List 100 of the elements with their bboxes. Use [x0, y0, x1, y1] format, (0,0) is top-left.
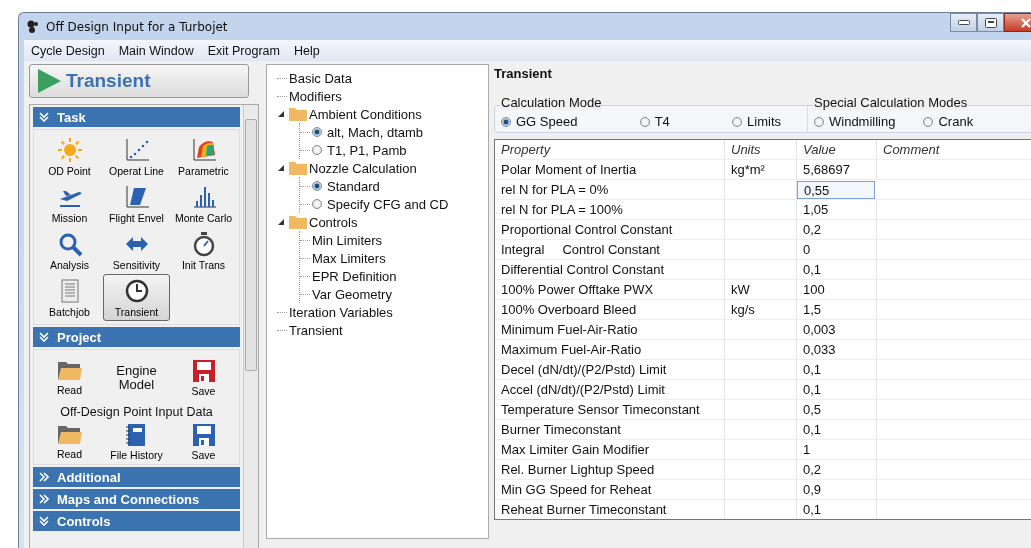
radio-option[interactable]: Windmilling	[814, 114, 896, 129]
section-header[interactable]: Task	[33, 107, 240, 127]
chevron-icon	[39, 516, 49, 526]
expander-icon[interactable]	[277, 218, 285, 226]
table-cell[interactable]: 0,033	[797, 340, 877, 359]
read-button[interactable]: Read	[56, 424, 83, 460]
column-header[interactable]: Property	[495, 140, 725, 159]
table-cell: kg*m²	[725, 160, 797, 179]
task-button[interactable]: Operat Line	[103, 133, 170, 180]
table-cell[interactable]: 0,1	[797, 380, 877, 399]
scrollbar[interactable]	[243, 105, 258, 548]
task-button[interactable]: Init Trans	[170, 227, 237, 274]
table-cell[interactable]: 5,68697	[797, 160, 877, 179]
table-cell[interactable]: 1,5	[797, 300, 877, 319]
section-header[interactable]: Maps and Connections	[33, 489, 240, 509]
maximize-button[interactable]	[977, 13, 1004, 32]
clock-icon	[123, 277, 150, 304]
table-cell[interactable]: 0,2	[797, 460, 877, 479]
notebook-icon	[125, 423, 148, 447]
task-button[interactable]: Mission	[36, 180, 103, 227]
task-button[interactable]: Sensitivity	[103, 227, 170, 274]
section-header[interactable]: Additional	[33, 467, 240, 487]
radio-option[interactable]: Limits	[732, 114, 781, 129]
table-cell[interactable]: 1,05	[797, 200, 877, 219]
tree-item[interactable]: Modifiers	[289, 88, 342, 104]
tree-item[interactable]: Max Limiters	[312, 250, 386, 266]
tree-item[interactable]: Specify CFG and CD	[327, 196, 449, 212]
folder-icon	[56, 360, 83, 382]
table-cell[interactable]: 0,5	[797, 400, 877, 419]
section-header[interactable]: Project	[33, 327, 240, 347]
table-cell: Differential Control Constant	[495, 260, 725, 279]
radio-option[interactable]: T4	[639, 114, 670, 129]
scatter-icon	[123, 136, 150, 163]
task-button[interactable]: OD Point	[36, 133, 103, 180]
chevron-icon	[39, 332, 49, 342]
table-cell: Minimum Fuel-Air-Ratio	[495, 320, 725, 339]
table-cell[interactable]: 0,1	[797, 260, 877, 279]
table-cell[interactable]: 0,55	[797, 181, 875, 199]
table-cell: 100% Overboard Bleed	[495, 300, 725, 319]
task-button[interactable]: Analysis	[36, 227, 103, 274]
tree-item[interactable]: alt, Mach, dtamb	[327, 124, 424, 140]
file-history-button[interactable]: File History	[110, 423, 163, 461]
table-cell[interactable]: 0,9	[797, 480, 877, 499]
tree-item[interactable]: T1, P1, Pamb	[327, 142, 407, 158]
task-button[interactable]: Transient	[103, 274, 170, 321]
table-cell[interactable]: 0,1	[797, 420, 877, 439]
table-cell[interactable]: 1	[797, 440, 877, 459]
surface-icon	[190, 136, 217, 163]
menu-item[interactable]: Main Window	[111, 43, 201, 58]
table-cell: Maximum Fuel-Air-Ratio	[495, 340, 725, 359]
table-cell[interactable]: 0,1	[797, 360, 877, 379]
group-title: Special Calculation Modes	[813, 95, 969, 110]
radio-button[interactable]	[312, 199, 322, 209]
column-header[interactable]: Value	[797, 140, 877, 159]
table-cell[interactable]: 100	[797, 280, 877, 299]
menu-item[interactable]: Cycle Design	[24, 43, 112, 58]
menu-item[interactable]: Exit Program	[200, 43, 287, 58]
column-header[interactable]: Units	[725, 140, 797, 159]
menu-item[interactable]: Help	[286, 43, 327, 58]
radio-button[interactable]	[312, 181, 322, 191]
engine-model-label: Engine Model	[115, 364, 158, 392]
radio-option[interactable]: Crank	[923, 114, 974, 129]
tree-item[interactable]: Basic Data	[289, 70, 352, 86]
task-button[interactable]: Flight Envel	[103, 180, 170, 227]
section-header[interactable]: Controls	[33, 511, 240, 531]
radio-button[interactable]	[312, 145, 322, 155]
table-cell[interactable]: 0,1	[797, 500, 877, 519]
save-button[interactable]: Save	[191, 423, 216, 461]
table-cell: Burner Timeconstant	[495, 420, 725, 439]
tree-item[interactable]: EPR Definition	[312, 268, 397, 284]
tree-item[interactable]: Nozzle Calculation	[309, 160, 417, 176]
off-design-data-label: Off-Design Point Input Data	[60, 405, 213, 419]
table-cell[interactable]: 0,003	[797, 320, 877, 339]
save-button[interactable]: Save	[191, 359, 216, 397]
tree-item[interactable]: Iteration Variables	[289, 304, 393, 320]
tree-item[interactable]: Standard	[327, 178, 380, 194]
column-header[interactable]: Comment	[877, 140, 1031, 159]
chevron-icon	[39, 472, 49, 482]
table-cell[interactable]: 0	[797, 240, 877, 259]
tree-item[interactable]: Transient	[289, 322, 343, 338]
expander-icon[interactable]	[277, 110, 285, 118]
tree-item[interactable]: Var Geometry	[312, 286, 392, 302]
run-button[interactable]: Transient	[29, 64, 249, 98]
table-cell[interactable]: 0,2	[797, 220, 877, 239]
minimize-button[interactable]	[950, 13, 977, 32]
radio-option[interactable]: GG Speed	[501, 114, 578, 129]
tree-item[interactable]: Min Limiters	[312, 232, 383, 248]
expander-icon[interactable]	[277, 164, 285, 172]
folder-icon	[289, 215, 307, 229]
tree-item[interactable]: Ambient Conditions	[309, 106, 422, 122]
task-button[interactable]: Parametric	[170, 133, 237, 180]
task-button[interactable]: Batchjob	[36, 274, 103, 321]
task-button[interactable]: Monte Carlo	[170, 180, 237, 227]
folder-icon	[289, 107, 307, 121]
app-logo-icon	[26, 19, 40, 34]
tree-item[interactable]: Controls	[309, 214, 358, 230]
table-cell: Min GG Speed for Reheat	[495, 480, 725, 499]
read-button[interactable]: Read	[56, 360, 83, 396]
radio-button[interactable]	[312, 127, 322, 137]
table-cell: Decel (dN/dt)/(P2/Pstd) Limit	[495, 360, 725, 379]
